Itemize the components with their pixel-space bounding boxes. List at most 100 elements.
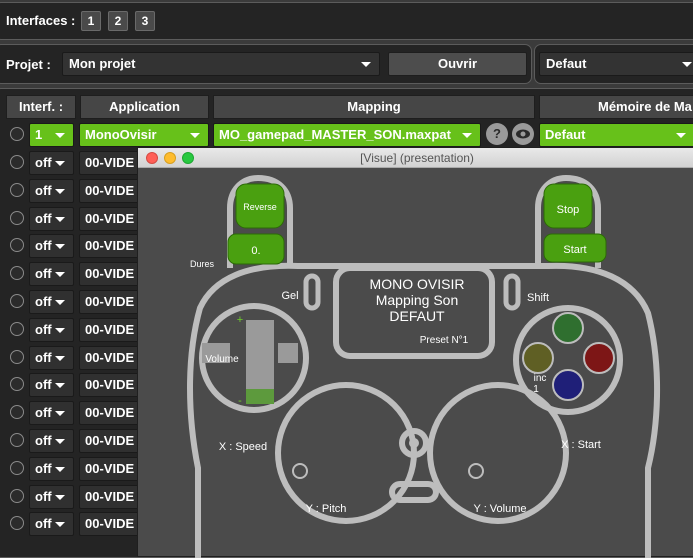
interface-select[interactable]: off <box>29 512 74 536</box>
chevron-down-icon <box>55 133 65 138</box>
screen-line1: MONO OVISIR <box>370 276 465 292</box>
interface-select[interactable]: off <box>29 234 74 258</box>
chevron-down-icon <box>55 411 65 416</box>
memory-select[interactable]: Defaut <box>539 123 693 147</box>
right-stick-ring <box>427 382 569 524</box>
row-radio[interactable] <box>10 405 24 419</box>
interface-button-1[interactable]: 1 <box>81 11 101 31</box>
chevron-down-icon <box>55 495 65 500</box>
interface-value: off <box>35 516 52 531</box>
chevron-down-icon <box>55 383 65 388</box>
inc-value: 1 <box>533 384 539 395</box>
shift-label: Shift <box>527 292 549 304</box>
reverse-label[interactable]: Reverse <box>243 202 277 212</box>
header-interface: Interf. : <box>6 95 76 119</box>
interface-select[interactable]: off <box>29 179 74 203</box>
application-value: 00-VIDE <box>85 405 135 420</box>
volume-fill <box>246 389 274 404</box>
interface-select[interactable]: off <box>29 151 74 175</box>
interface-select[interactable]: off <box>29 429 74 453</box>
dures-value[interactable]: 0. <box>251 245 260 257</box>
chevron-down-icon <box>190 133 200 138</box>
interface-select[interactable]: off <box>29 401 74 425</box>
interface-value: 1 <box>35 127 43 142</box>
interface-value: off <box>35 489 52 504</box>
interface-value: off <box>35 294 52 309</box>
chevron-down-icon <box>676 133 686 138</box>
interface-select[interactable]: off <box>29 290 74 314</box>
chevron-down-icon <box>55 356 65 361</box>
interface-value: off <box>35 266 52 281</box>
preset-panel: Defaut <box>534 44 693 84</box>
chevron-down-icon <box>55 161 65 166</box>
interface-select[interactable]: 1 <box>29 123 74 147</box>
application-value: 00-VIDE <box>85 155 135 170</box>
header-mapping: Mapping <box>213 95 535 119</box>
interface-select[interactable]: off <box>29 262 74 286</box>
right-stick-marker <box>468 463 484 479</box>
application-value: 00-VIDE <box>85 516 135 531</box>
button-left-olive <box>522 342 554 374</box>
application-value: 00-VIDE <box>85 377 135 392</box>
application-value: 00-VIDE <box>85 322 135 337</box>
row-radio[interactable] <box>10 516 24 530</box>
question-icon[interactable]: ? <box>486 123 508 145</box>
row-radio[interactable] <box>10 489 24 503</box>
preset-select[interactable]: Defaut <box>539 52 693 76</box>
row-radio[interactable] <box>10 322 24 336</box>
window-titlebar[interactable]: [Visue] (presentation) <box>138 148 693 168</box>
chevron-down-icon <box>361 62 371 67</box>
project-label: Projet : <box>6 57 51 72</box>
chevron-down-icon <box>55 522 65 527</box>
application-value: 00-VIDE <box>85 238 135 253</box>
row-radio[interactable] <box>10 461 24 475</box>
chevron-down-icon <box>462 133 472 138</box>
project-select-value: Mon projet <box>69 56 136 71</box>
eye-icon[interactable] <box>512 123 534 145</box>
interface-button-2[interactable]: 2 <box>108 11 128 31</box>
interface-select[interactable]: off <box>29 457 74 481</box>
memory-value: Defaut <box>545 127 586 142</box>
row-radio[interactable] <box>10 433 24 447</box>
mapping-select[interactable]: MO_gamepad_MASTER_SON.maxpat <box>213 123 481 147</box>
window-title: [Visue] (presentation) <box>360 151 474 165</box>
shift-slot <box>503 273 521 311</box>
project-select[interactable]: Mon projet <box>62 52 380 76</box>
row-radio[interactable] <box>10 266 24 280</box>
start-label[interactable]: Start <box>563 244 586 256</box>
interface-select[interactable]: off <box>29 318 74 342</box>
row-radio[interactable] <box>10 350 24 364</box>
open-button[interactable]: Ouvrir <box>388 52 527 76</box>
home-button-dot <box>409 438 419 448</box>
application-value: MonoOvisir <box>85 127 157 142</box>
interface-value: off <box>35 461 52 476</box>
row-radio[interactable] <box>10 127 24 141</box>
chevron-down-icon <box>55 272 65 277</box>
volume-minus: - <box>238 395 242 407</box>
interface-value: off <box>35 350 52 365</box>
left-stick-marker <box>292 463 308 479</box>
row-radio[interactable] <box>10 183 24 197</box>
gel-label: Gel <box>281 290 298 302</box>
row-radio[interactable] <box>10 238 24 252</box>
header-application: Application <box>80 95 209 119</box>
application-select[interactable]: MonoOvisir <box>79 123 209 147</box>
interface-select[interactable]: off <box>29 346 74 370</box>
interface-select[interactable]: off <box>29 373 74 397</box>
stop-label[interactable]: Stop <box>557 204 580 216</box>
interface-button-3[interactable]: 3 <box>135 11 155 31</box>
row-radio[interactable] <box>10 294 24 308</box>
row-radio[interactable] <box>10 377 24 391</box>
interface-value: off <box>35 155 52 170</box>
interface-select[interactable]: off <box>29 207 74 231</box>
chevron-down-icon <box>55 300 65 305</box>
application-value: 00-VIDE <box>85 461 135 476</box>
interface-value: off <box>35 433 52 448</box>
interface-select[interactable]: off <box>29 485 74 509</box>
x-speed-label: X : Speed <box>219 441 267 453</box>
row-radio[interactable] <box>10 155 24 169</box>
row-radio[interactable] <box>10 211 24 225</box>
interfaces-panel: Interfaces : 1 2 3 <box>0 2 693 40</box>
dures-label: Dures <box>190 259 215 269</box>
screen-line2: Mapping Son <box>376 292 459 308</box>
